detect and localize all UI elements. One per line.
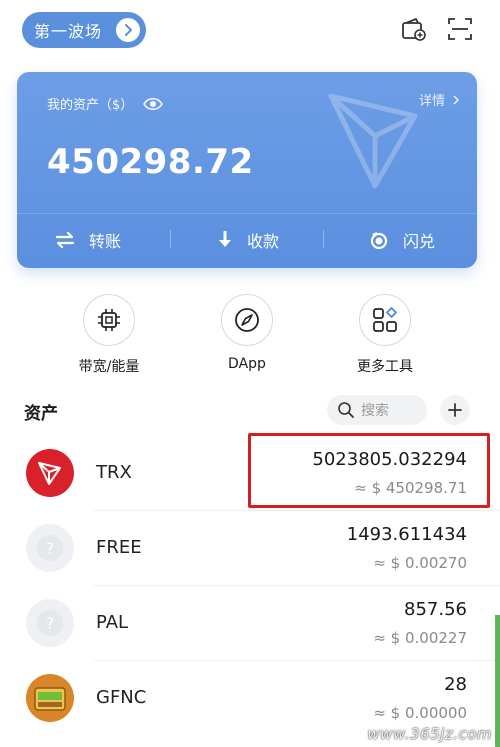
token-row-free[interactable]: ? FREE 1493.611434 ≈ $ 0.00270 — [0, 512, 500, 586]
tool-label: 更多工具 — [357, 359, 413, 375]
tron-logo-watermark-icon — [328, 93, 418, 189]
search-icon — [338, 402, 354, 418]
chevron-right-icon — [453, 94, 460, 105]
token-name: PAL — [96, 612, 129, 633]
tool-label: 带宽/能量 — [78, 359, 140, 375]
wallet-add-icon[interactable] — [401, 16, 427, 42]
action-separator — [323, 230, 324, 248]
highlight-box — [248, 433, 490, 508]
action-separator — [170, 230, 171, 248]
card-divider — [17, 213, 477, 214]
token-name: GFNC — [96, 687, 147, 708]
eye-icon[interactable] — [143, 97, 164, 111]
token-name: FREE — [96, 537, 142, 558]
compass-icon — [235, 308, 259, 332]
detail-label: 详情 — [418, 94, 445, 109]
square-button[interactable]: 第一波场 — [22, 12, 146, 48]
tool-label: DApp — [228, 356, 266, 372]
bandwidth-energy-tool[interactable]: 带宽/能量 — [59, 294, 159, 376]
swap-icon — [370, 232, 388, 250]
grid-icon — [373, 307, 397, 332]
watermark-text: www.365jz.com — [367, 725, 492, 743]
receive-button[interactable]: 收款 — [217, 228, 279, 252]
token-usd-value: ≈ $ 0.00270 — [373, 554, 467, 572]
asset-card: 我的资产（$） 详情 450298.72 转账 收款 闪兑 — [17, 72, 477, 268]
svg-text:?: ? — [46, 539, 55, 558]
svg-text:?: ? — [46, 614, 55, 633]
assets-title: 资产 — [24, 404, 58, 424]
receive-label: 收款 — [247, 232, 280, 251]
chevron-right-icon — [116, 18, 140, 42]
unknown-token-icon: ? — [26, 524, 74, 572]
gfnc-logo-icon — [26, 674, 74, 722]
chip-icon — [98, 309, 120, 331]
search-input[interactable]: 搜索 — [327, 395, 427, 425]
token-row-pal[interactable]: ? PAL 857.56 ≈ $ 0.00227 — [0, 587, 500, 661]
transfer-label: 转账 — [89, 232, 122, 251]
detail-link[interactable]: 详情 — [419, 90, 463, 109]
square-label: 第一波场 — [34, 22, 103, 41]
plus-icon — [448, 403, 462, 417]
token-amount: 1493.611434 — [346, 524, 467, 545]
top-bar: 第一波场 — [0, 0, 500, 62]
edge-strip — [495, 615, 500, 747]
scan-icon[interactable] — [447, 16, 473, 42]
add-token-button[interactable] — [440, 395, 470, 425]
token-amount: 28 — [444, 674, 467, 695]
trx-logo-icon — [26, 449, 74, 497]
transfer-button[interactable]: 转账 — [55, 228, 121, 252]
token-usd-value: ≈ $ 0.00000 — [373, 704, 467, 722]
swap-label: 闪兑 — [403, 232, 436, 251]
dapp-tool[interactable]: DApp — [197, 294, 297, 372]
more-tools[interactable]: 更多工具 — [335, 294, 435, 376]
swap-button[interactable]: 闪兑 — [369, 228, 435, 252]
total-balance: 450298.72 — [47, 142, 254, 182]
asset-label: 我的资产（$） — [47, 98, 134, 113]
search-placeholder: 搜索 — [361, 403, 389, 419]
receive-icon — [219, 231, 231, 247]
token-name: TRX — [96, 462, 132, 483]
transfer-icon — [55, 232, 75, 248]
unknown-token-icon: ? — [26, 599, 74, 647]
token-usd-value: ≈ $ 0.00227 — [373, 629, 467, 647]
token-amount: 857.56 — [404, 599, 467, 620]
